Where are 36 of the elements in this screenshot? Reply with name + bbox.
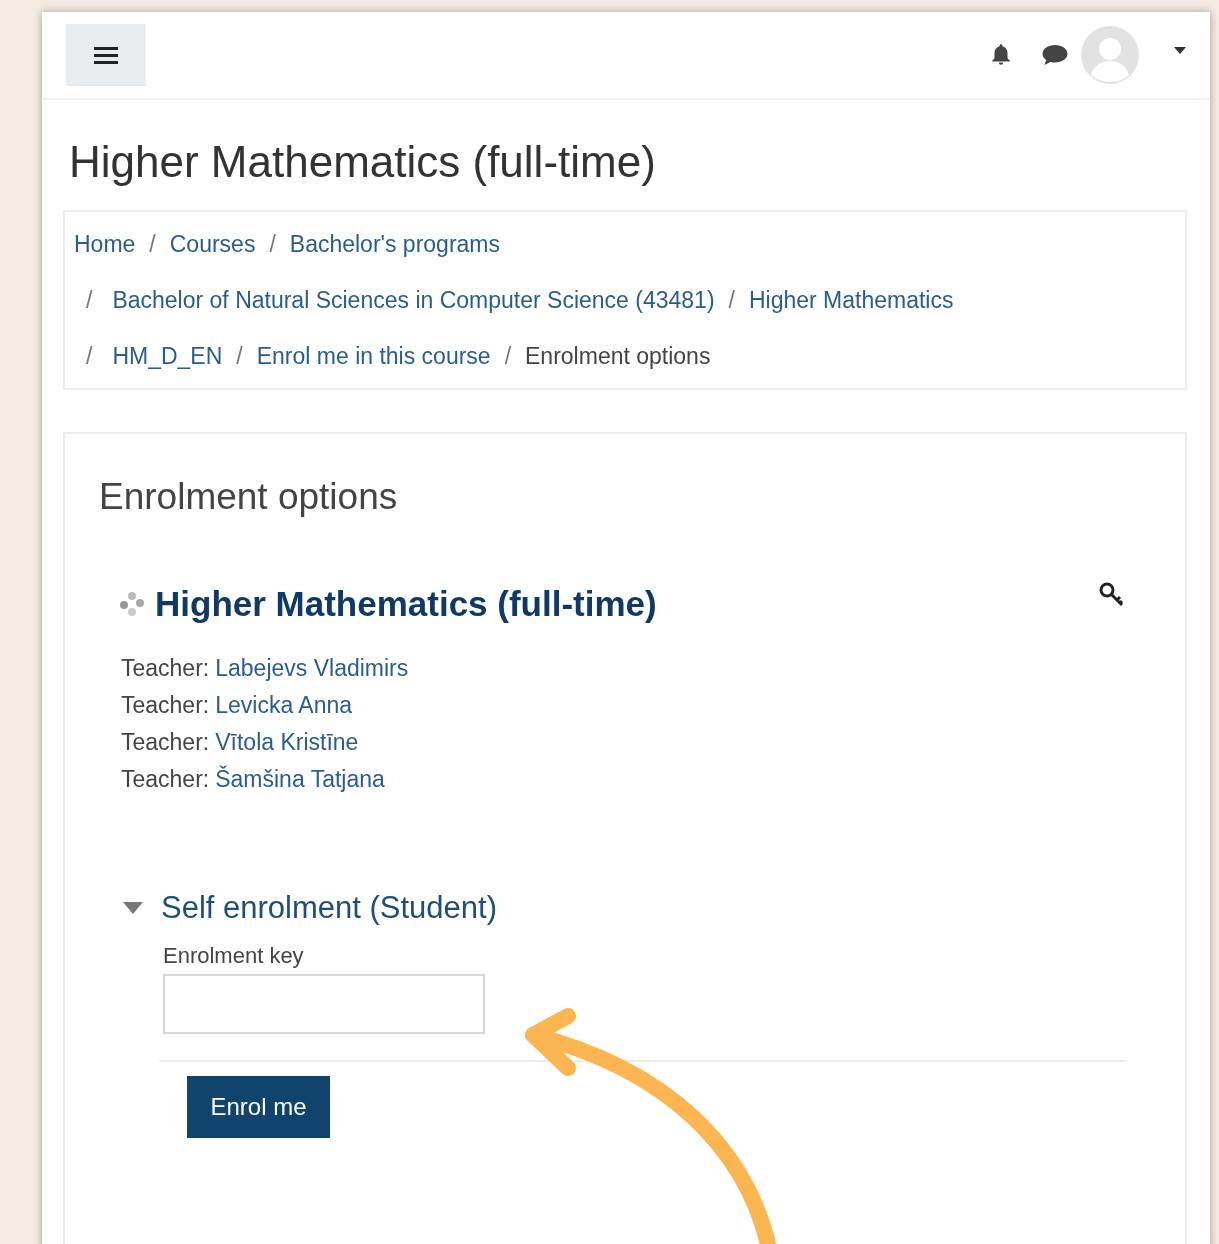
breadcrumb-link[interactable]: Bachelor's programs	[289, 230, 500, 258]
breadcrumb-separator: /	[236, 342, 243, 370]
collapse-caret-icon[interactable]	[123, 902, 143, 914]
breadcrumb-link[interactable]: Higher Mathematics	[748, 286, 954, 314]
breadcrumb-separator: /	[86, 342, 93, 370]
breadcrumb-link[interactable]: Enrol me in this course	[256, 342, 491, 370]
course-title: Higher Mathematics (full-time)	[155, 583, 657, 625]
breadcrumb-link[interactable]: HM_D_EN	[112, 342, 223, 370]
teacher-label: Teacher:	[121, 654, 210, 683]
breadcrumb-link[interactable]: Bachelor of Natural Sciences in Computer Science (43481)	[112, 286, 715, 314]
teacher-label: Teacher:	[121, 691, 210, 720]
breadcrumb-current: Enrolment options	[525, 342, 711, 370]
breadcrumb-separator: /	[504, 342, 512, 370]
section-title[interactable]: Self enrolment (Student)	[161, 888, 497, 928]
card-heading: Enrolment options	[99, 475, 399, 519]
breadcrumb-separator: /	[149, 230, 156, 258]
key-icon	[1099, 582, 1125, 608]
teacher-label: Teacher:	[121, 765, 210, 794]
breadcrumb-link[interactable]: Courses	[169, 230, 256, 258]
breadcrumb-separator: /	[269, 230, 276, 258]
teacher-link[interactable]: Vītola Kristīne	[215, 724, 359, 761]
teacher-link[interactable]: Levicka Anna	[215, 687, 353, 724]
caret-icon[interactable]	[1174, 46, 1186, 54]
enrol-button[interactable]: Enrol me	[187, 1076, 330, 1138]
teacher-link[interactable]: Šamšina Tatjana	[215, 761, 385, 798]
course-icon	[119, 591, 145, 617]
enrolment-key-field[interactable]	[163, 974, 485, 1034]
breadcrumb-separator: /	[728, 286, 735, 314]
page-title: Higher Mathematics (full-time)	[69, 136, 657, 188]
breadcrumb-separator: /	[86, 286, 93, 314]
teacher-link[interactable]: Labejevs Vladimirs	[215, 650, 409, 687]
teacher-label: Teacher:	[121, 728, 210, 757]
field-label: Enrolment key	[163, 942, 305, 970]
menu-icon	[94, 45, 118, 65]
breadcrumb-link[interactable]: Home	[74, 230, 136, 258]
menu-button[interactable]	[66, 24, 146, 86]
